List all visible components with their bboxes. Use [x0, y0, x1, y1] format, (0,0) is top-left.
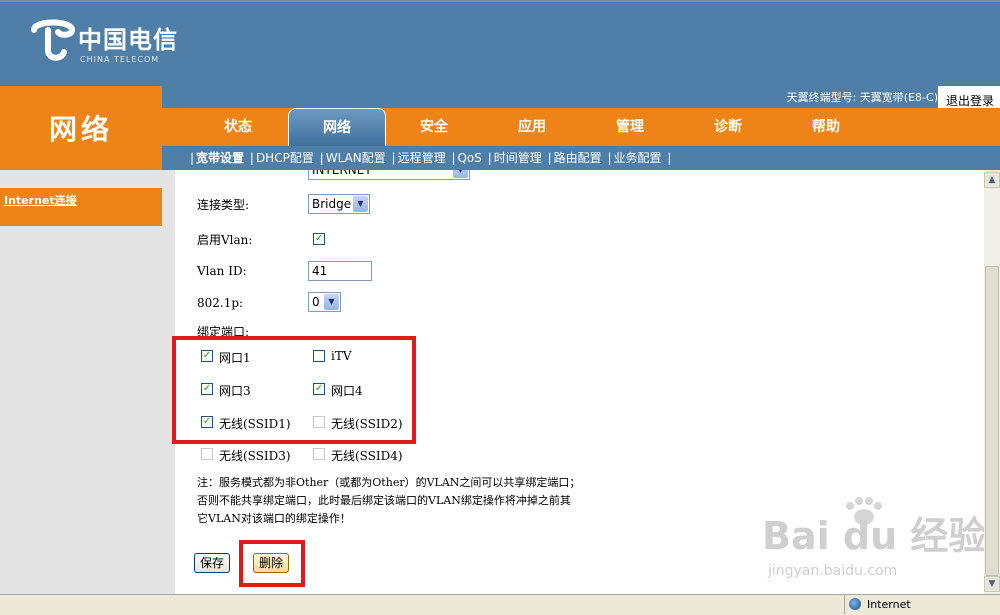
vertical-scrollbar[interactable]: ▲ ▼: [984, 170, 1000, 594]
zone-label: Internet: [867, 598, 911, 611]
connection-type-label: 连接类型:: [197, 198, 250, 212]
top-info-bar: 天翼终端型号: 天翼宽带(E8-C): [162, 86, 1000, 108]
delete-highlight-box: [239, 540, 305, 587]
sidebar-item-internet[interactable]: Internet连接: [0, 188, 162, 226]
subnav-separator: |: [667, 151, 672, 165]
china-telecom-logo: 中国电信 CHINA TELECOM: [30, 16, 180, 76]
subnav-separator: |: [547, 151, 552, 165]
subnav-time-label[interactable]: 时间管理: [494, 146, 542, 170]
vlan-id-input[interactable]: 41: [308, 261, 372, 281]
subnav-route-label[interactable]: 路由配置: [554, 146, 602, 170]
tab-management[interactable]: 管理: [582, 108, 678, 146]
subnav-separator: |: [190, 151, 195, 165]
connection-type-value: Bridge: [312, 197, 352, 211]
section-title: 网络: [0, 86, 162, 170]
enable-vlan-label: 启用Vlan:: [197, 233, 253, 247]
enable-vlan-checkbox[interactable]: ✓: [313, 233, 325, 245]
tab-diagnostics[interactable]: 诊断: [680, 108, 776, 146]
baidu-watermark-url: jingyan.baidu.com: [768, 563, 898, 579]
subnav-broadband-label[interactable]: 宽带设置: [196, 146, 244, 170]
chevron-down-icon: ▼: [324, 294, 339, 310]
subnav-separator: |: [319, 151, 324, 165]
tab-network[interactable]: 网络: [288, 108, 386, 147]
chevron-down-icon: ▼: [353, 196, 368, 212]
note-line: 否则不能共享绑定端口，此时最后绑定该端口的VLAN绑定操作将冲掉之前其: [197, 494, 571, 507]
status-bar: Internet: [0, 594, 1000, 615]
tab-security[interactable]: 安全: [386, 108, 482, 146]
ssid3-checkbox[interactable]: [201, 448, 213, 460]
scrollbar-thumb[interactable]: [985, 266, 999, 576]
subnav-separator: |: [391, 151, 396, 165]
header-banner: 中国电信 CHINA TELECOM: [0, 2, 1000, 86]
brand-name-cn: 中国电信: [78, 25, 178, 54]
scroll-down-icon[interactable]: ▼: [984, 576, 1000, 592]
note-line: 它VLAN对该端口的绑定操作！: [197, 512, 351, 525]
tab-status[interactable]: 状态: [190, 108, 286, 146]
globe-icon: [849, 598, 861, 610]
subnav-separator: |: [487, 151, 492, 165]
priority-select[interactable]: 0 ▼: [308, 292, 341, 312]
vlan-id-label: Vlan ID:: [197, 264, 247, 278]
tab-application[interactable]: 应用: [484, 108, 580, 146]
main-tab-bar: 状态 网络 安全 应用 管理 诊断 帮助: [162, 108, 1000, 147]
brand-name-en: CHINA TELECOM: [80, 55, 160, 64]
tab-help[interactable]: 帮助: [778, 108, 874, 146]
telecom-emblem-icon: [31, 19, 76, 61]
subnav-separator: |: [607, 151, 612, 165]
scroll-up-icon[interactable]: ▲: [984, 172, 1000, 188]
subnav-separator: |: [451, 151, 456, 165]
sub-navigation-overlay: | 宽带设置 | DHCP配置 | WLAN配置 | 远程管理 | QoS | 时间管理 |…: [162, 146, 1000, 170]
ports-highlight-box: [172, 336, 416, 444]
subnav-service-label[interactable]: 业务配置: [614, 146, 662, 170]
left-sidebar: Internet连接: [0, 170, 175, 594]
subnav-separator: |: [249, 151, 254, 165]
device-model-label: 天翼终端型号: 天翼宽带(E8-C): [786, 91, 938, 104]
priority-value: 0: [312, 295, 320, 309]
subnav-dhcp-label[interactable]: DHCP配置: [256, 146, 314, 170]
priority-label: 802.1p:: [197, 296, 244, 310]
save-button[interactable]: 保存: [194, 553, 230, 573]
connection-type-select[interactable]: Bridge ▼: [308, 194, 370, 214]
ssid3-label: 无线(SSID3): [219, 449, 291, 463]
note-line: 注：服务模式都为非Other（或都为Other）的VLAN之间可以共享绑定端口；: [197, 476, 581, 489]
logout-link[interactable]: 退出登录: [946, 92, 994, 109]
binding-note: 注：服务模式都为非Other（或都为Other）的VLAN之间可以共享绑定端口；…: [197, 474, 637, 528]
security-zone: Internet: [844, 595, 1000, 614]
ssid4-label: 无线(SSID4): [331, 449, 403, 463]
subnav-remote-label[interactable]: 远程管理: [398, 146, 446, 170]
subnav-wlan-label[interactable]: WLAN配置: [326, 146, 386, 170]
ssid4-checkbox[interactable]: [313, 448, 325, 460]
subnav-qos-label[interactable]: QoS: [457, 146, 481, 170]
baidu-watermark: Bai du 经验: [762, 514, 987, 558]
